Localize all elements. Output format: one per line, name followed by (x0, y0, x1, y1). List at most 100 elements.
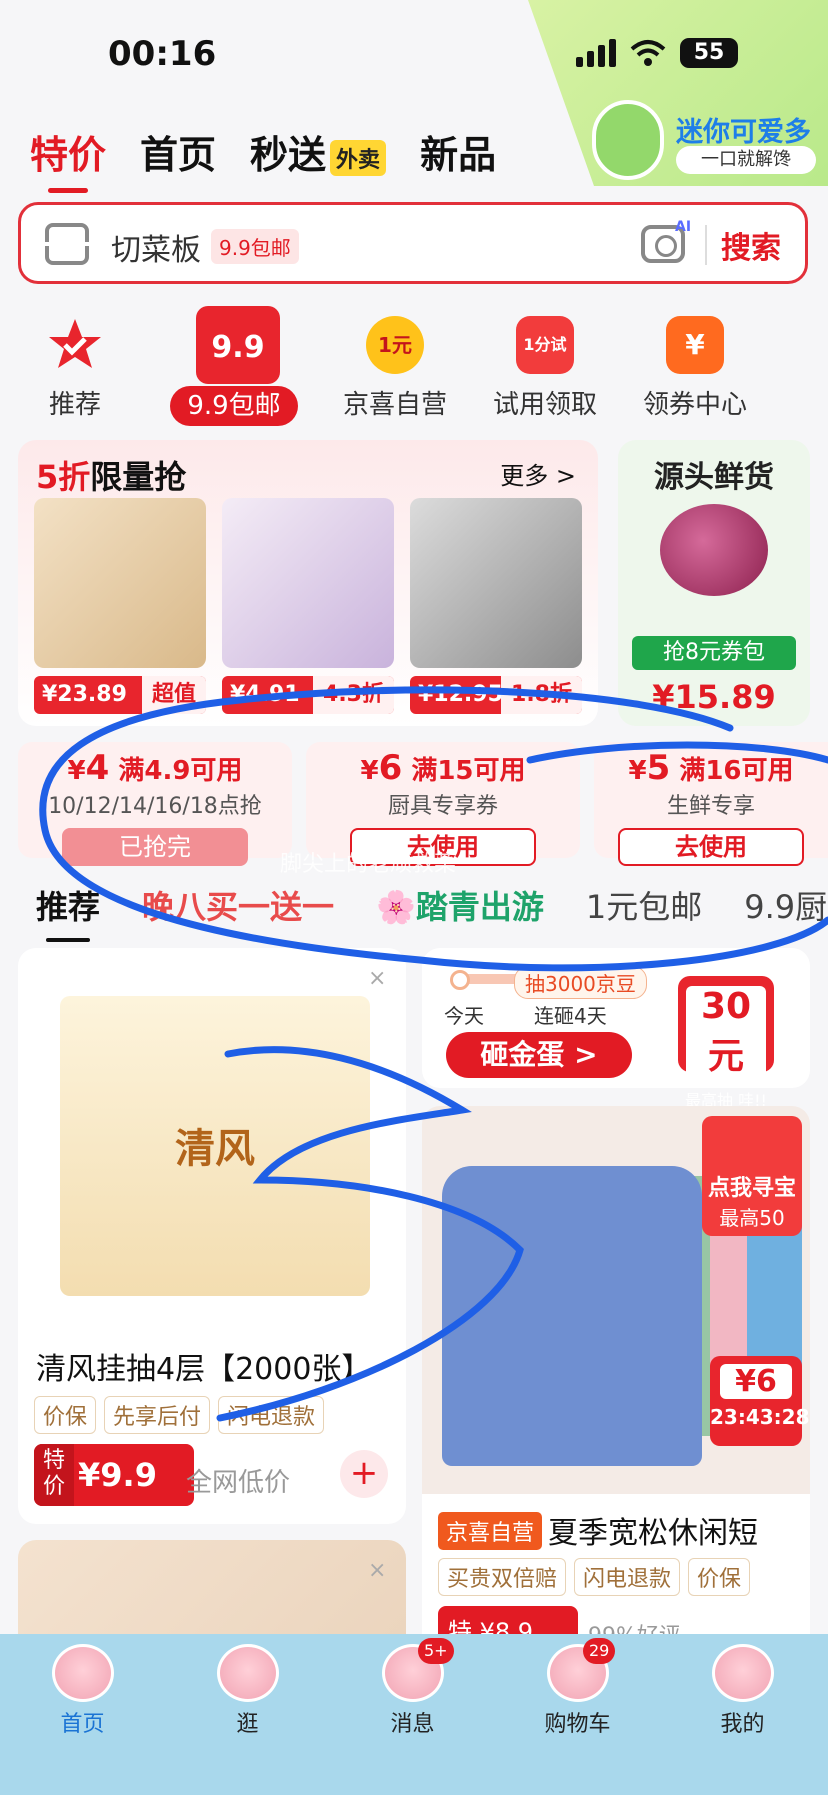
search-bar[interactable]: 切菜板 9.9包邮 AI 搜索 (18, 202, 808, 284)
price-tag: 超值 (141, 676, 206, 714)
product-tags: 买贵双倍赔 闪电退款 价保 (438, 1558, 751, 1596)
bottom-nav: 首页 逛 5+ 消息 29 购物车 我的 (0, 1634, 828, 1795)
category-jingxi[interactable]: 1元 京喜自营 (320, 316, 470, 421)
category-label: 领券中心 (642, 390, 747, 420)
product-title: 清风挂抽4层【2000张】 (36, 1352, 372, 1387)
smash-egg-button[interactable]: 砸金蛋 > (446, 1032, 632, 1078)
nav-home[interactable]: 首页 (0, 1634, 165, 1738)
tag: 价保 (688, 1558, 751, 1596)
category-99-icon[interactable]: 9.9 (196, 306, 280, 384)
more-link[interactable]: 更多 > (500, 456, 576, 491)
price-pill: ¥4.91 4.3折 (222, 676, 394, 714)
coupon-card[interactable]: ¥5 满16可用 生鲜专享 去使用 (594, 742, 828, 866)
nav-label: 首页 (60, 1712, 105, 1737)
tab-label: 特价 (30, 133, 107, 177)
product-image-stand[interactable] (410, 498, 582, 668)
price-tag: 4.3折 (313, 676, 394, 714)
coupon-amount: ¥5 满16可用 (628, 748, 794, 788)
product-image-wafer[interactable] (34, 498, 206, 668)
category-label: 推荐 (48, 390, 101, 420)
feed-tab-kitchen[interactable]: 9.9厨具 (744, 882, 828, 928)
price-pill: ¥12.95 1.8折 (410, 676, 582, 714)
category-trial[interactable]: 1分试 试用领取 (470, 316, 620, 421)
fresh-card[interactable]: 源头鲜货 抢8元券包 ¥15.89 (618, 440, 810, 726)
coupon-card[interactable]: ¥6 满15可用 厨具专享券 去使用 (306, 742, 580, 866)
nav-messages[interactable]: 5+ 消息 (330, 1634, 495, 1738)
flash-title-red: 5折 (36, 458, 91, 496)
category-label: 试用领取 (492, 390, 597, 420)
price-badge: 特价 ¥9.9 (34, 1444, 194, 1506)
countdown-price: ¥6 (720, 1364, 792, 1399)
nav-label: 逛 (236, 1712, 259, 1737)
product-image-tshirt[interactable]: 点我寻宝 最高50 ¥6 23:43:28 (422, 1106, 810, 1494)
product-image-shampoo[interactable] (222, 498, 394, 668)
golden-egg-card[interactable]: 抽3000京豆 今天 连砸4天 砸金蛋 > 30元 最高抽 哇!! (422, 948, 810, 1110)
price-badge-label: 特价 (34, 1444, 74, 1506)
treasure-text: 点我寻宝 (707, 1176, 796, 1201)
coupon-condition: 满16可用 (679, 756, 794, 786)
feed-tab-evening[interactable]: 晚八买一送一 (142, 882, 334, 928)
coupon-use-button[interactable]: 去使用 (618, 828, 804, 866)
flash-sale-card[interactable]: 5折限量抢 更多 > ¥23.89 超值 ¥4.91 4.3折 ¥12.95 1.8折 (18, 440, 598, 726)
coupon-card[interactable]: ¥4 满4.9可用 10/12/14/16/18点抢 已抢完 (18, 742, 292, 866)
fresh-coupon-button[interactable]: 抢8元券包 (632, 636, 796, 670)
category-99-label[interactable]: 9.9包邮 (170, 386, 298, 426)
onion-image (660, 504, 768, 596)
battery-icon: 55 (680, 38, 738, 68)
coupon-condition: 满15可用 (411, 756, 526, 786)
search-button[interactable]: 搜索 (721, 223, 781, 267)
countdown-badge[interactable]: ¥6 23:43:28 (710, 1356, 810, 1446)
feed-tab-outing[interactable]: 🌸踏青出游 (376, 882, 544, 928)
nav-label: 购物车 (544, 1712, 611, 1737)
tag: 闪电退款 (574, 1558, 681, 1596)
wifi-icon (630, 40, 666, 66)
search-tag: 9.9包邮 (211, 229, 299, 264)
scan-icon[interactable] (43, 223, 91, 265)
treasure-sub: 最高50 (719, 1206, 785, 1230)
tab-new[interactable]: 新品 (420, 124, 496, 179)
tab-tejia[interactable]: 特价 (30, 124, 107, 193)
feed-tabs: 推荐 晚八买一送一 🌸踏青出游 1元包邮 9.9厨具 (36, 882, 828, 942)
nav-cart[interactable]: 29 购物车 (495, 1634, 660, 1738)
status-icons: 55 (576, 38, 738, 68)
add-to-cart-button[interactable]: + (340, 1450, 388, 1498)
treasure-badge[interactable]: 点我寻宝 最高50 (702, 1116, 802, 1236)
shirt-blue (442, 1166, 702, 1466)
search-input[interactable]: 切菜板 (111, 225, 201, 269)
progress-knob (450, 970, 470, 990)
close-icon[interactable]: × (368, 1558, 386, 1583)
egg-streak: 连砸4天 (534, 1004, 607, 1028)
coupon-amount: ¥4 满4.9可用 (67, 748, 243, 788)
promo-title: 迷你可爱多 (676, 117, 811, 148)
jingdou-pill: 抽3000京豆 (514, 966, 647, 999)
tab-home[interactable]: 首页 (140, 124, 216, 179)
messages-badge: 5+ (418, 1638, 454, 1664)
nav-me[interactable]: 我的 (660, 1634, 825, 1738)
product-card[interactable]: × 清风 清风挂抽4层【2000张】 价保 先享后付 闪电退款 特价 ¥9.9 … (18, 948, 406, 1524)
divider (705, 225, 707, 265)
category-coupon[interactable]: ¥ 领券中心 (620, 316, 770, 421)
tab-label: 新品 (420, 133, 497, 177)
one-yuan-icon: 1元 (366, 316, 424, 374)
coupon-soldout-button[interactable]: 已抢完 (62, 828, 248, 866)
coupon-amount: ¥6 满15可用 (360, 748, 526, 788)
category-recommend[interactable]: 推荐 (0, 316, 150, 421)
tissue-brand: 清风 (175, 1126, 255, 1172)
tab-label: 秒送 (250, 133, 327, 177)
status-time: 00:16 (108, 34, 217, 74)
close-icon[interactable]: × (368, 966, 386, 991)
feed-tab-one-yuan[interactable]: 1元包邮 (586, 882, 702, 928)
coupon-value: 4 (85, 748, 110, 788)
coupon-value: 6 (378, 748, 403, 788)
price: ¥4.91 (230, 682, 300, 707)
nav-browse[interactable]: 逛 (165, 1634, 330, 1738)
product-title: 夏季宽松休闲短 (548, 1516, 758, 1551)
fresh-price: ¥15.89 (652, 678, 776, 716)
product-tags: 价保 先享后付 闪电退款 (34, 1396, 325, 1434)
signal-icon (576, 39, 616, 67)
coupon-desc: 生鲜专享 (666, 794, 755, 819)
coupon-value: 5 (646, 748, 671, 788)
feed-tab-recommend[interactable]: 推荐 (36, 882, 100, 942)
tab-label: 首页 (140, 133, 217, 177)
tab-miaosong[interactable]: 秒送 外卖 (250, 124, 387, 179)
